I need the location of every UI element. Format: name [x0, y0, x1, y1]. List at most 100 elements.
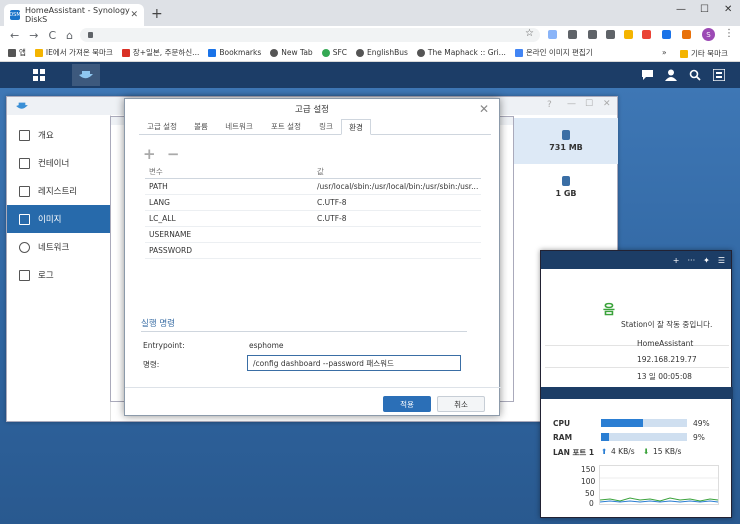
globe-icon [270, 48, 279, 57]
image-row[interactable]: 1 GB [514, 164, 618, 210]
sidebar-item-image[interactable]: 이미지 [7, 205, 110, 233]
sidebar-item-overview[interactable]: 개요 [7, 121, 110, 149]
database-icon [562, 130, 570, 140]
bookmark-item[interactable]: 장+일본, 주문하신... [121, 47, 199, 58]
maximize-icon[interactable]: ☐ [585, 99, 593, 109]
graph-tick: 150 [581, 465, 596, 474]
download-series [599, 497, 719, 502]
tab-advanced[interactable]: 고급 설정 [139, 119, 185, 134]
bookmark-item[interactable]: 앱 [8, 47, 26, 58]
bookmark-item[interactable]: The Maphack :: Gri... [416, 48, 506, 57]
cpu-bar-fill [601, 419, 644, 427]
extension-icon[interactable] [568, 30, 577, 39]
minimize-icon[interactable]: — [567, 99, 576, 109]
home-icon[interactable]: ⌂ [66, 29, 73, 42]
minimize-button[interactable]: — [676, 4, 686, 15]
add-icon[interactable]: + [143, 145, 156, 163]
bookmark-item[interactable]: EnglishBus [356, 48, 408, 57]
docker-taskbar-icon[interactable] [72, 64, 100, 86]
bookmark-item[interactable]: New Tab [270, 48, 313, 57]
back-icon[interactable]: ← [10, 29, 19, 42]
widget-menu-icon[interactable]: ☰ [718, 256, 725, 265]
upload-arrow-icon: ⬆ [601, 447, 608, 456]
apply-button[interactable]: 적용 [383, 396, 431, 412]
system-widget: + ··· ✦ ☰ 음 Station이 잘 작동 중입니다. HomeAssi… [540, 250, 733, 518]
table-row[interactable]: LC_ALL C.UTF-8 [145, 211, 481, 227]
tab-close-icon[interactable]: ✕ [130, 10, 138, 20]
pin-icon[interactable]: ✦ [703, 256, 710, 265]
network-icon [19, 241, 30, 253]
reload-icon[interactable]: C [48, 29, 56, 42]
widgets-icon[interactable] [708, 64, 730, 86]
gmail-icon [121, 48, 130, 57]
extension-icon[interactable] [642, 30, 651, 39]
dialog-titlebar[interactable]: 고급 설정 ✕ [125, 99, 499, 119]
forward-icon[interactable]: → [29, 29, 38, 42]
search-icon[interactable] [684, 64, 706, 86]
widget-separator [541, 387, 733, 399]
tab-port-settings[interactable]: 포트 설정 [261, 119, 311, 134]
command-input[interactable]: /config dashboard --password 패스워드 [247, 355, 461, 371]
notifications-icon[interactable] [636, 64, 658, 86]
sidebar-item-network[interactable]: 네트워크 [7, 233, 110, 261]
sidebar-item-container[interactable]: 컨테이너 [7, 149, 110, 177]
dsm-favicon-icon: DSM [9, 10, 21, 20]
address-bar[interactable] [80, 28, 540, 42]
lan-download: 15 KB/s [653, 447, 682, 456]
cpu-label: CPU [553, 419, 571, 428]
extension-icon[interactable] [624, 30, 633, 39]
dialog-title: 고급 설정 [295, 105, 329, 115]
more-icon[interactable]: ··· [687, 256, 695, 265]
image-row[interactable]: 731 MB [514, 118, 618, 164]
bookmark-item[interactable]: SFC [321, 48, 347, 57]
table-row[interactable]: USERNAME [145, 227, 481, 243]
tab-title: HomeAssistant - Synology DiskS [25, 6, 130, 24]
bookmark-item[interactable]: Bookmarks [208, 48, 261, 57]
image-editor-icon [514, 48, 523, 57]
maximize-button[interactable]: ☐ [700, 4, 709, 15]
bookmark-item[interactable]: IE에서 가져온 북마크 [34, 47, 113, 58]
browser-tab[interactable]: DSM HomeAssistant - Synology DiskS ✕ [4, 4, 144, 26]
close-icon[interactable]: ✕ [479, 102, 489, 116]
tab-environment[interactable]: 환경 [341, 119, 371, 135]
extension-icon[interactable] [682, 30, 691, 39]
remove-icon[interactable]: − [167, 145, 180, 163]
entrypoint-value: esphome [249, 341, 284, 350]
table-row[interactable]: LANG C.UTF-8 [145, 195, 481, 211]
main-menu-icon[interactable] [28, 64, 50, 86]
lock-icon [88, 32, 93, 38]
other-bookmarks[interactable]: 기타 북마크 [680, 48, 728, 59]
bookmarks-more-icon[interactable]: » [662, 48, 667, 57]
add-widget-icon[interactable]: + [673, 256, 680, 265]
star-icon[interactable]: ☆ [525, 28, 534, 39]
ram-label: RAM [553, 433, 573, 442]
sidebar-item-registry[interactable]: 레지스트리 [7, 177, 110, 205]
column-header-variable[interactable]: 변수 [145, 166, 313, 177]
bookmark-item[interactable]: 온라인 이미지 편집기 [514, 47, 593, 58]
command-label: 명령: [143, 360, 160, 369]
tab-network[interactable]: 네트워크 [217, 119, 261, 134]
image-size-column: 731 MB 1 GB [514, 118, 618, 214]
docker-icon [16, 102, 28, 109]
table-row[interactable]: PASSWORD [145, 243, 481, 259]
tab-volume[interactable]: 볼륨 [185, 119, 217, 134]
user-icon[interactable] [660, 64, 682, 86]
profile-avatar[interactable]: S [702, 28, 715, 41]
column-header-value[interactable]: 값 [313, 166, 481, 177]
help-icon[interactable]: ? [547, 100, 552, 110]
ram-bar [601, 433, 687, 441]
cancel-button[interactable]: 취소 [437, 396, 485, 412]
tab-links[interactable]: 링크 [311, 119, 341, 134]
extension-icon[interactable] [548, 30, 557, 39]
image-icon [19, 213, 30, 225]
sidebar-item-log[interactable]: 로그 [7, 261, 110, 289]
window-close-button[interactable]: ✕ [724, 4, 732, 15]
table-row[interactable]: PATH /usr/local/sbin:/usr/local/bin:/usr… [145, 179, 481, 195]
close-icon[interactable]: ✕ [603, 99, 611, 109]
extension-icon[interactable] [662, 30, 671, 39]
menu-icon[interactable]: ⋮ [724, 28, 734, 39]
new-tab-button[interactable]: + [151, 6, 163, 22]
extension-icon[interactable] [588, 30, 597, 39]
database-icon [562, 176, 570, 186]
extension-icon[interactable] [606, 30, 615, 39]
